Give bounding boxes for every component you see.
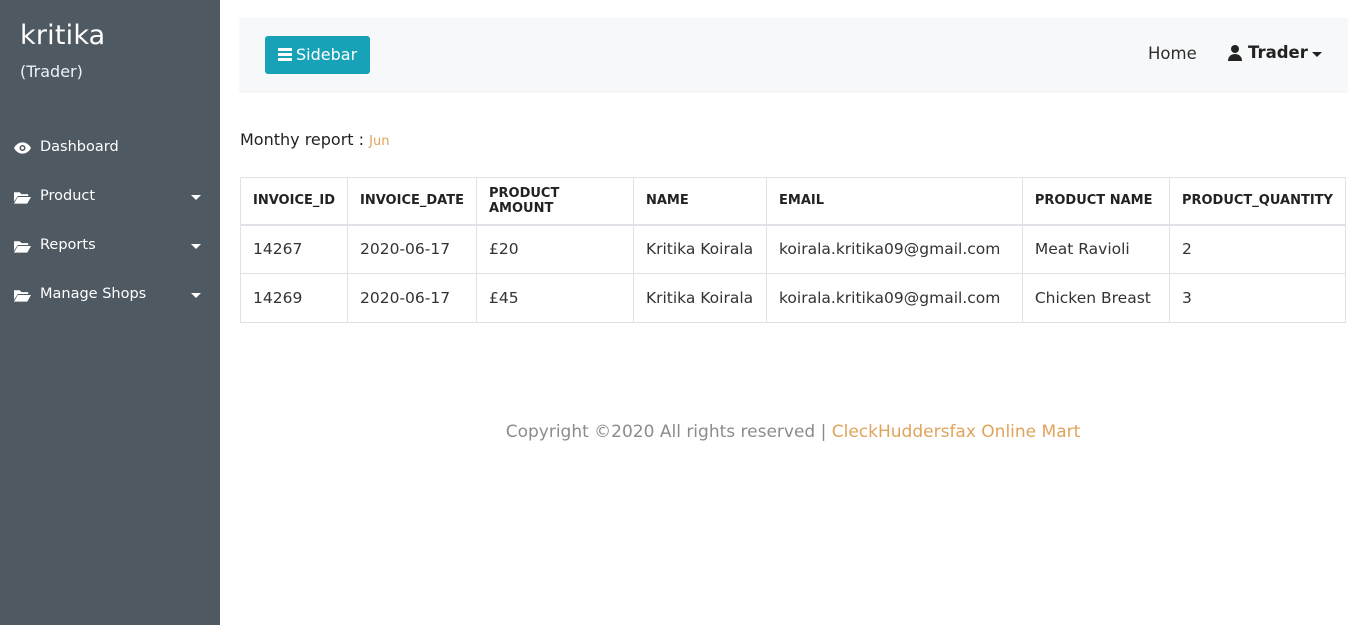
chevron-down-icon [191, 195, 201, 200]
report-title: Monthy report : Jun [240, 130, 389, 149]
column-header: PRODUCT AMOUNT [475, 177, 634, 226]
footer: Copyright ©2020 All rights reserved | Cl… [220, 422, 1366, 442]
hamburger-icon [278, 48, 292, 62]
sidebar-item-label: Reports [40, 237, 96, 253]
column-header: INVOICE_ID [240, 177, 348, 226]
sidebar-item-manage-shops[interactable]: Manage Shops [0, 275, 220, 315]
table-cell: Meat Ravioli [1021, 224, 1170, 274]
sidebar-item-reports[interactable]: Reports [0, 226, 220, 266]
sidebar-toggle-button[interactable]: Sidebar [265, 36, 370, 74]
footer-copyright: Copyright ©2020 All rights reserved | [505, 422, 832, 442]
table-cell: Chicken Breast [1021, 273, 1170, 323]
table-cell: 14267 [240, 224, 348, 274]
table-cell: £20 [475, 224, 634, 274]
table-cell: 2020-06-17 [347, 224, 477, 274]
table-cell: koirala.kritika09@gmail.com [766, 273, 1023, 323]
sidebar-item-label: Manage Shops [40, 286, 147, 302]
sidebar-item-label: Product [40, 188, 96, 204]
user-icon [1228, 45, 1242, 61]
table-cell: 2 [1168, 224, 1347, 274]
report-label: Monthy report : [240, 130, 365, 149]
table-cell: 2020-06-17 [347, 273, 477, 323]
top-navbar: Sidebar Home Trader [240, 18, 1347, 91]
table-row: 14269 2020-06-17 £45 Kritika Koirala koi… [240, 273, 1347, 323]
column-header: EMAIL [766, 177, 1023, 226]
chevron-down-icon [1312, 52, 1322, 57]
report-month: Jun [369, 134, 390, 149]
sidebar: kritika (Trader) Dashboard Product Repor… [0, 0, 220, 625]
footer-brand-link[interactable]: CleckHuddersfax Online Mart [832, 422, 1081, 442]
column-header: NAME [632, 177, 768, 226]
sidebar-item-product[interactable]: Product [0, 177, 220, 217]
table-cell: 3 [1168, 273, 1347, 323]
table-cell: Kritika Koirala [632, 273, 768, 323]
eye-icon [14, 142, 31, 154]
table-cell: koirala.kritika09@gmail.com [766, 224, 1023, 274]
user-menu-label: Trader [1248, 43, 1308, 62]
column-header: PRODUCT NAME [1021, 177, 1170, 226]
table-header-row: INVOICE_ID INVOICE_DATE PRODUCT AMOUNT N… [240, 177, 1347, 226]
folder-open-icon [14, 290, 31, 302]
sidebar-username: kritika [20, 20, 106, 51]
sidebar-toggle-label: Sidebar [296, 45, 358, 64]
column-header: INVOICE_DATE [347, 177, 477, 226]
invoice-table: INVOICE_ID INVOICE_DATE PRODUCT AMOUNT N… [240, 177, 1347, 323]
sidebar-item-label: Dashboard [40, 139, 119, 155]
nav-home-link[interactable]: Home [1148, 44, 1197, 63]
column-header: PRODUCT_QUANTITY [1168, 177, 1347, 226]
folder-open-icon [14, 192, 31, 204]
sidebar-user-role: (Trader) [20, 62, 83, 81]
chevron-down-icon [191, 293, 201, 298]
table-row: 14267 2020-06-17 £20 Kritika Koirala koi… [240, 224, 1347, 274]
sidebar-item-dashboard[interactable]: Dashboard [0, 128, 220, 168]
table-cell: Kritika Koirala [632, 224, 768, 274]
folder-open-icon [14, 241, 31, 253]
table-cell: 14269 [240, 273, 348, 323]
chevron-down-icon [191, 244, 201, 249]
table-cell: £45 [475, 273, 634, 323]
